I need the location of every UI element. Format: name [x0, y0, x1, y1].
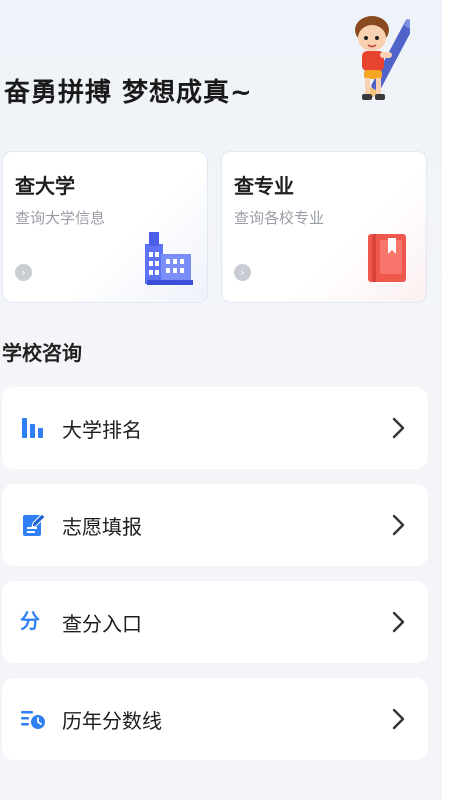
fen-score-icon: 分 — [20, 609, 40, 633]
history-list-icon — [21, 711, 45, 729]
menu-item-label: 志愿填报 — [62, 515, 142, 539]
mascot-illustration — [355, 16, 410, 101]
historical-score-line-item[interactable]: 历年分数线 — [2, 678, 428, 760]
menu-item-label: 大学排名 — [62, 418, 142, 442]
section-title: 学校咨询 — [2, 341, 82, 365]
card-subtitle: 查询大学信息 — [15, 209, 106, 227]
book-icon — [368, 234, 406, 282]
arrow-right-circle-icon: › — [234, 264, 251, 281]
chevron-right-icon — [392, 417, 405, 439]
score-query-item[interactable]: 分 查分入口 — [2, 581, 428, 663]
card-title: 查专业 — [234, 174, 294, 198]
volunteer-application-item[interactable]: 志愿填报 — [2, 484, 428, 566]
edit-form-icon — [23, 513, 46, 536]
find-university-card[interactable]: 查大学 查询大学信息 › — [2, 151, 208, 303]
hero-banner: 奋勇拼搏 梦想成真~ — [0, 0, 442, 140]
menu-item-label: 历年分数线 — [62, 709, 162, 733]
arrow-right-circle-icon: › — [15, 264, 32, 281]
chevron-right-icon — [392, 514, 405, 536]
right-edge-strip — [442, 0, 450, 800]
card-title: 查大学 — [15, 174, 75, 198]
bar-chart-icon — [22, 418, 43, 438]
chevron-right-icon — [392, 611, 405, 633]
chevron-right-icon — [392, 708, 405, 730]
university-ranking-item[interactable]: 大学排名 — [2, 387, 428, 469]
menu-item-label: 查分入口 — [62, 612, 142, 636]
slogan-text: 奋勇拼搏 梦想成真~ — [4, 78, 253, 108]
school-building-icon — [145, 232, 193, 285]
find-major-card[interactable]: 查专业 查询各校专业 › — [221, 151, 427, 303]
card-subtitle: 查询各校专业 — [234, 209, 325, 227]
